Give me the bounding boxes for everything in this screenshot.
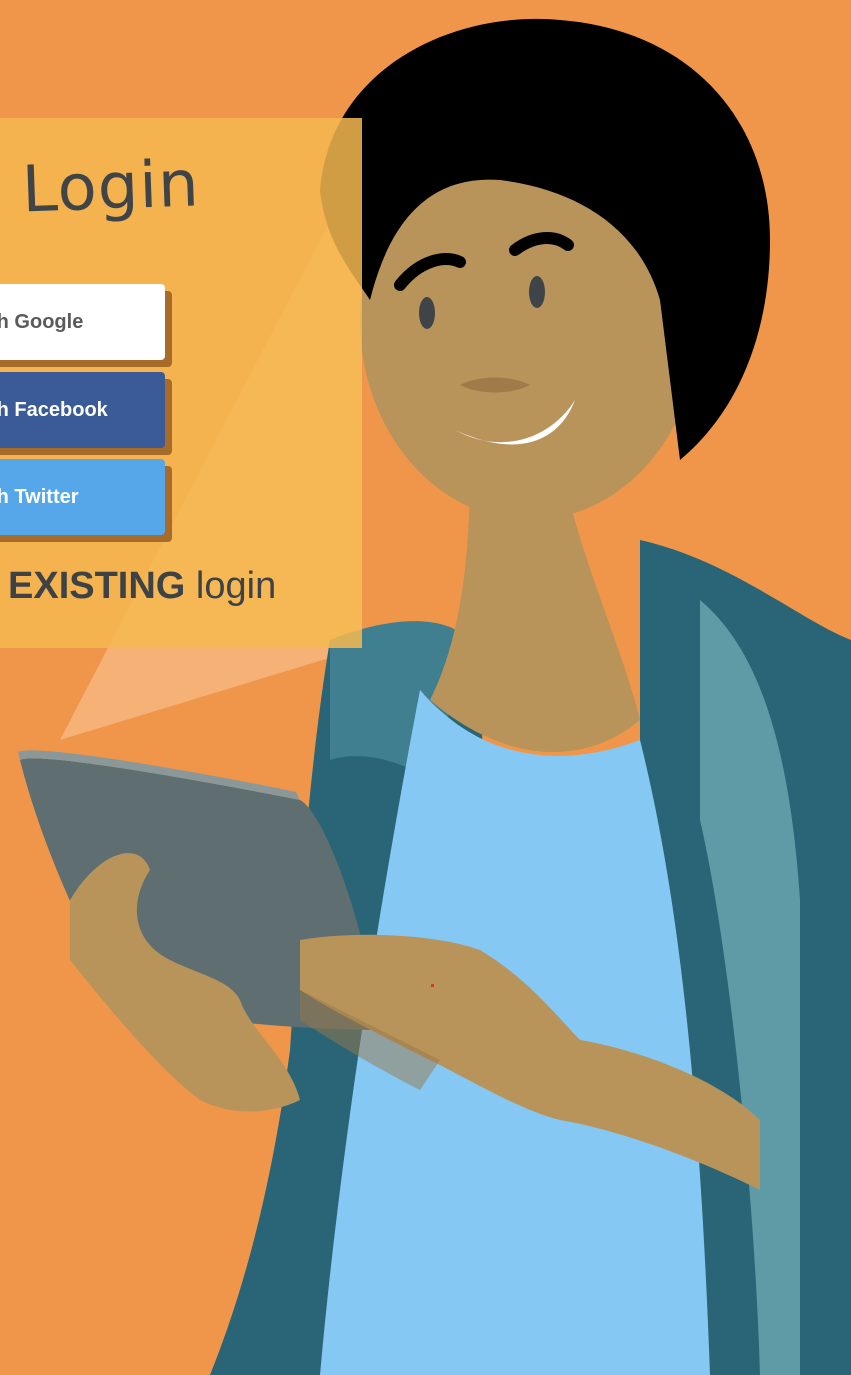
existing-rest-text: login bbox=[185, 565, 277, 607]
existing-bold-text: EXISTING bbox=[8, 565, 186, 607]
red-dot bbox=[431, 984, 434, 987]
google-login-button[interactable]: th Google bbox=[0, 284, 165, 360]
existing-login-link[interactable]: EXISTING login bbox=[8, 565, 276, 608]
twitter-login-label: th Twitter bbox=[0, 485, 79, 508]
twitter-login-button[interactable]: th Twitter bbox=[0, 459, 165, 535]
facebook-login-label: th Facebook bbox=[0, 398, 108, 421]
google-login-label: th Google bbox=[0, 310, 84, 333]
facebook-login-button[interactable]: th Facebook bbox=[0, 372, 165, 448]
page-title: Login bbox=[20, 147, 201, 228]
